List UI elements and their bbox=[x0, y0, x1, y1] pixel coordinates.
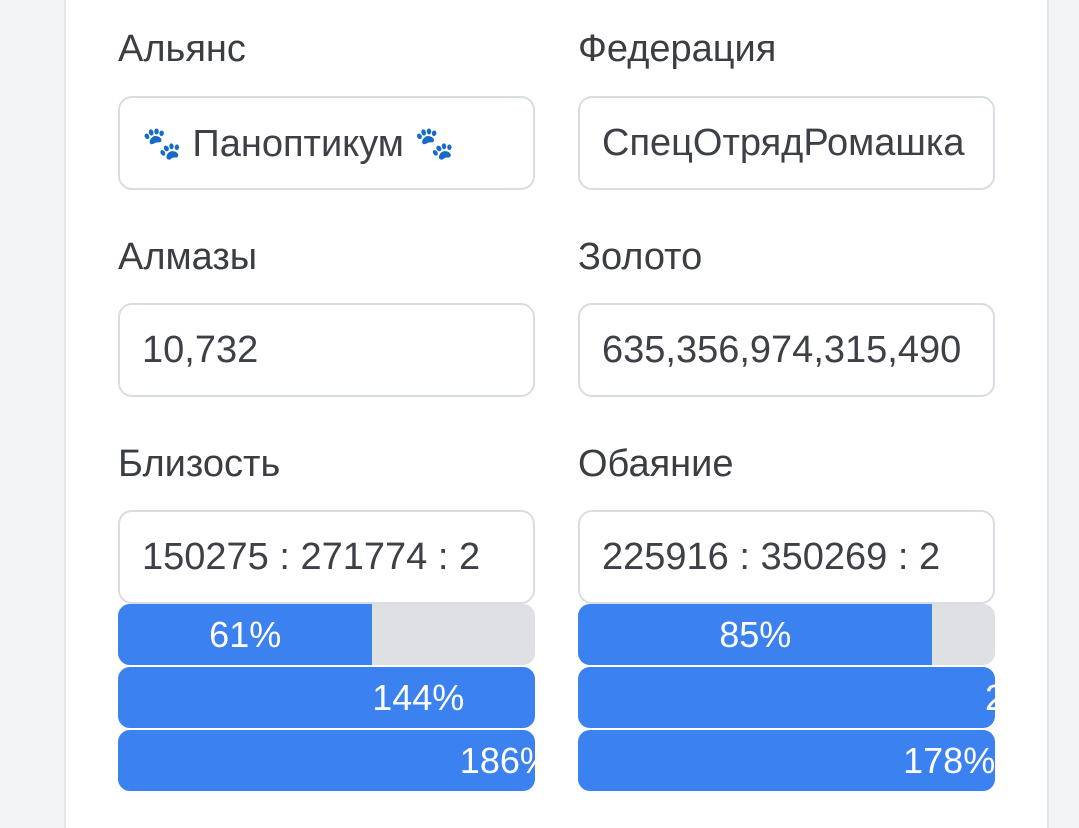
intimacy-progress-bar-3: 186% bbox=[118, 730, 535, 791]
progress-percent: 2 bbox=[985, 667, 995, 728]
intimacy-progress-bar-1: 61% bbox=[118, 604, 535, 665]
intimacy-progress-bar-2: 144% bbox=[118, 667, 535, 728]
diamonds-value: 10,732 bbox=[142, 329, 259, 371]
intimacy-value: 150275 : 271774 : 2 bbox=[142, 536, 481, 578]
alliance-name: Паноптикум bbox=[192, 123, 404, 165]
intimacy-field[interactable]: 150275 : 271774 : 2 bbox=[118, 510, 535, 604]
progress-percent: 186% bbox=[459, 740, 535, 781]
progress-percent: 85% bbox=[719, 614, 792, 655]
charm-value: 225916 : 350269 : 2 bbox=[602, 536, 941, 578]
progress-fill bbox=[578, 667, 995, 728]
intimacy-label: Близость bbox=[118, 443, 281, 485]
charm-progress-bar-2: 2 bbox=[578, 667, 995, 728]
alliance-value: 🐾 Паноптикум 🐾 bbox=[142, 98, 515, 188]
progress-percent: 61% bbox=[209, 614, 282, 655]
alliance-field[interactable]: 🐾 Паноптикум 🐾 bbox=[118, 96, 535, 190]
federation-field[interactable]: СпецОтрядРомашка bbox=[578, 96, 995, 190]
progress-percent: 144% bbox=[372, 677, 465, 718]
progress-fill bbox=[118, 667, 535, 728]
charm-label: Обаяние bbox=[578, 443, 734, 485]
charm-progress-bar-3: 178% bbox=[578, 730, 995, 791]
diamonds-field[interactable]: 10,732 bbox=[118, 303, 535, 397]
alliance-label: Альянс bbox=[118, 28, 246, 70]
progress-percent: 178% bbox=[903, 740, 995, 781]
charm-progress-bar-1: 85% bbox=[578, 604, 995, 665]
gold-field[interactable]: 635,356,974,315,490 bbox=[578, 303, 995, 397]
charm-field[interactable]: 225916 : 350269 : 2 bbox=[578, 510, 995, 604]
paw-icon: 🐾 bbox=[142, 125, 182, 161]
gold-value: 635,356,974,315,490 bbox=[602, 329, 962, 371]
gold-label: Золото bbox=[578, 236, 703, 278]
federation-value: СпецОтрядРомашка bbox=[602, 122, 965, 164]
federation-label: Федерация bbox=[578, 28, 777, 70]
paw-icon: 🐾 bbox=[414, 125, 455, 161]
diamonds-label: Алмазы bbox=[118, 236, 258, 278]
